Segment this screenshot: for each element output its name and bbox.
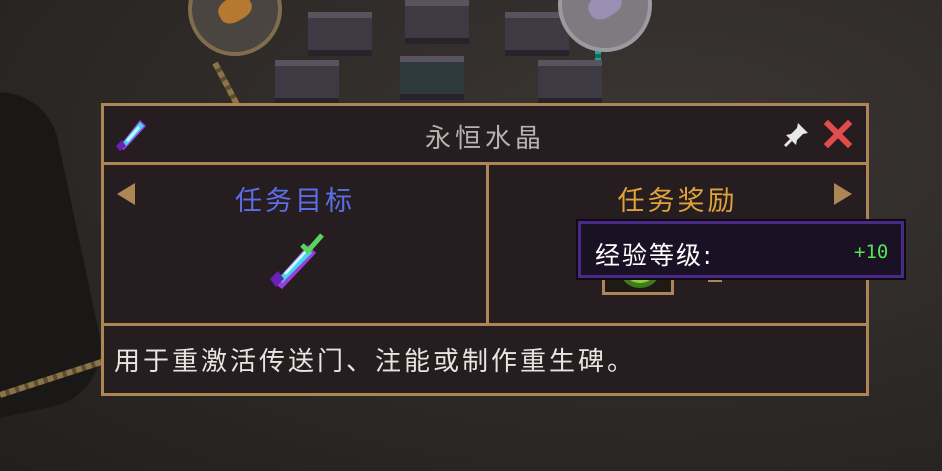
quest-goal-section: 任务目标	[104, 165, 489, 323]
panel-divider	[104, 323, 866, 326]
tooltip-label: 经验等级:	[595, 241, 714, 270]
quest-reward-title: 任务奖励	[617, 186, 738, 217]
tooltip-value: +10	[854, 241, 889, 263]
crystal-item-icon	[584, 0, 626, 24]
background-block	[538, 60, 602, 104]
reward-tooltip: 经验等级: +10	[578, 221, 904, 278]
amber-item-icon	[214, 0, 256, 28]
pin-icon[interactable]	[784, 121, 810, 147]
next-arrow-icon[interactable]	[834, 183, 852, 205]
background-block	[400, 56, 464, 100]
close-icon[interactable]	[824, 120, 852, 148]
reward-slot-marker	[708, 279, 722, 282]
quest-title-bar: 永恒水晶	[104, 106, 866, 165]
background-block	[308, 12, 372, 56]
quest-description: 用于重激活传送门、注能或制作重生碑。	[114, 347, 637, 377]
quest-goal-title: 任务目标	[235, 186, 355, 217]
background-block	[405, 0, 469, 44]
background-block	[275, 60, 339, 104]
quest-title: 永恒水晶	[424, 124, 545, 154]
eternal-crystal-icon[interactable]	[268, 233, 326, 291]
